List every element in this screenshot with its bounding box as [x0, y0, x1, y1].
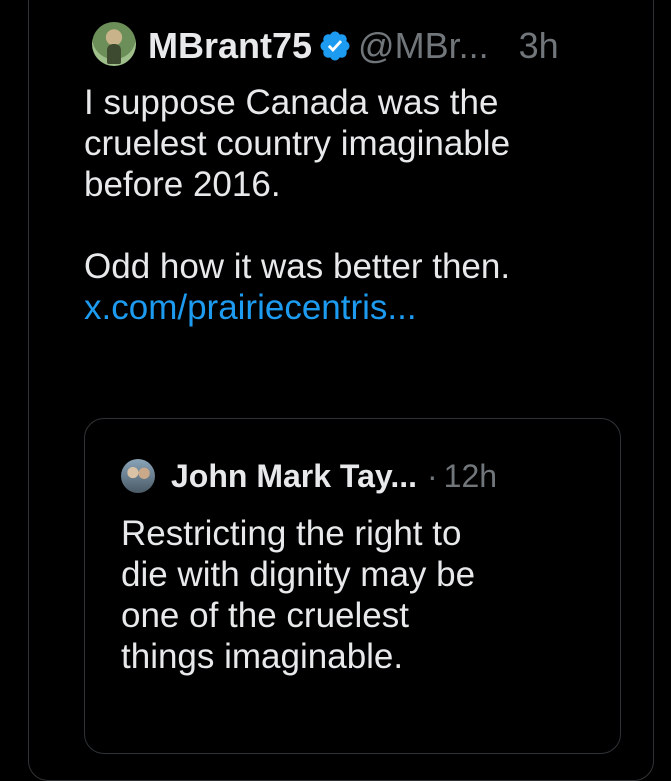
quoted-text-line: things imaginable.: [121, 637, 404, 676]
quoted-text-line: die with dignity may be: [121, 555, 476, 594]
quoted-post-header: John Mark Tay... · 12h: [171, 453, 497, 499]
post-timestamp[interactable]: 3h: [519, 22, 559, 70]
post-link[interactable]: x.com/prairiecentris...: [84, 287, 644, 328]
paragraph-break: [84, 205, 644, 246]
quoted-post-text: Restricting the right to die with dignit…: [121, 513, 601, 677]
author-name[interactable]: MBrant75: [148, 22, 312, 70]
separator-dot: ·: [426, 457, 438, 494]
author-avatar[interactable]: [92, 22, 136, 66]
post-text-line: Odd how it was better then.: [84, 247, 511, 286]
post-text-line: I suppose Canada was the: [84, 83, 499, 122]
quoted-text-line: one of the cruelest: [121, 596, 409, 635]
quoted-timestamp[interactable]: 12h: [444, 458, 497, 495]
quoted-author-name[interactable]: John Mark Tay...: [171, 458, 417, 495]
verified-badge-icon[interactable]: [318, 29, 352, 63]
quoted-post[interactable]: John Mark Tay... · 12h Restricting the r…: [84, 418, 621, 754]
quoted-text-line: Restricting the right to: [121, 514, 462, 553]
author-handle[interactable]: @MBr...: [358, 22, 489, 70]
quoted-author-avatar[interactable]: [121, 459, 155, 493]
post-text-line: before 2016.: [84, 165, 281, 204]
post-text: I suppose Canada was the cruelest countr…: [84, 82, 644, 328]
post-text-line: cruelest country imaginable: [84, 124, 511, 163]
post-header: MBrant75 @MBr... 3h: [148, 22, 559, 70]
